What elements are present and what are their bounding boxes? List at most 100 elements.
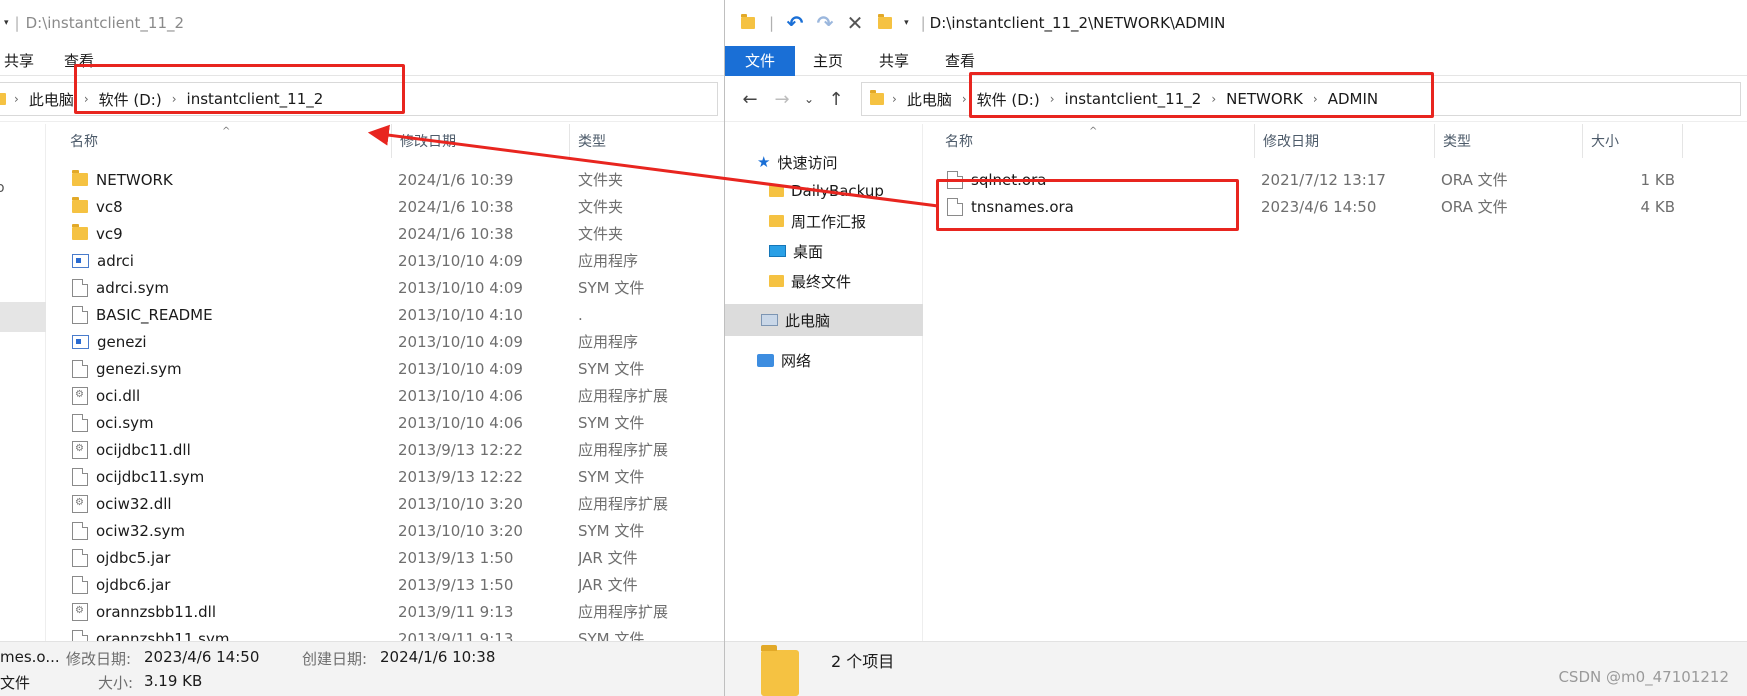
new-folder-icon[interactable]: [878, 14, 893, 29]
table-row[interactable]: ocijdbc11.dll 2013/9/13 12:22 应用程序扩展: [48, 436, 724, 463]
table-row[interactable]: NETWORK 2024/1/6 10:39 文件夹: [48, 166, 724, 193]
nav-item-dailybackup[interactable]: DailyBackup: [725, 177, 923, 205]
right-col-date[interactable]: 修改日期: [1255, 124, 1435, 158]
nav-item-desktop[interactable]: 桌面: [725, 237, 923, 265]
table-row[interactable]: genezi 2013/10/10 4:09 应用程序: [48, 328, 724, 355]
nav-item-network[interactable]: 网络: [725, 346, 923, 374]
cell-date: 2013/10/10 3:20: [398, 521, 523, 540]
right-address-bar[interactable]: › 此电脑 › 软件 (D:) › instantclient_11_2 › N…: [861, 82, 1741, 116]
right-crumb-drive-d[interactable]: 软件 (D:): [971, 89, 1046, 110]
table-row[interactable]: tnsnames.ora 2023/4/6 14:50 ORA 文件 4 KB: [923, 193, 1747, 220]
title-separator: |: [14, 14, 20, 32]
table-row[interactable]: orannzsbb11.dll 2013/9/11 9:13 应用程序扩展: [48, 598, 724, 625]
folder-icon: [72, 224, 88, 240]
cell-name: ociw32.sym: [72, 517, 392, 544]
left-crumb-this-pc[interactable]: 此电脑: [23, 89, 80, 110]
file-name: orannzsbb11.dll: [96, 602, 216, 621]
table-row[interactable]: ociw32.dll 2013/10/10 3:20 应用程序扩展: [48, 490, 724, 517]
table-row[interactable]: vc9 2024/1/6 10:38 文件夹: [48, 220, 724, 247]
left-col-type[interactable]: 类型: [570, 124, 724, 158]
file-name: ociw32.dll: [96, 494, 172, 513]
table-row[interactable]: vc8 2024/1/6 10:38 文件夹: [48, 193, 724, 220]
table-row[interactable]: BASIC_README 2013/10/10 4:10.: [48, 301, 724, 328]
right-tab-file[interactable]: 文件: [725, 45, 796, 76]
nav-item-this-pc[interactable]: 此电脑: [725, 304, 923, 336]
cell-name: ociw32.dll: [72, 490, 392, 517]
nav-item-weekly-report[interactable]: 周工作汇报: [725, 207, 923, 235]
file-icon: [72, 548, 88, 567]
cell-name: vc9: [72, 220, 392, 247]
table-row[interactable]: ocijdbc11.sym 2013/9/13 12:22 SYM 文件: [48, 463, 724, 490]
table-row[interactable]: ojdbc6.jar 2013/9/13 1:50 JAR 文件: [48, 571, 724, 598]
file-name: ojdbc6.jar: [96, 575, 171, 594]
nav-item-label: 快速访问: [777, 153, 838, 172]
nav-item-label: 周工作汇报: [791, 212, 867, 231]
cell-date: 2013/9/13 1:50: [398, 575, 514, 594]
right-column-headers: 名称 ^ 修改日期 类型 大小: [923, 124, 1747, 158]
cell-type: ORA 文件: [1441, 171, 1508, 189]
star-icon: ★: [757, 153, 771, 171]
right-col-type[interactable]: 类型: [1435, 124, 1583, 158]
undo-icon[interactable]: ↶: [784, 11, 806, 35]
cell-type: ORA 文件: [1441, 198, 1508, 216]
left-col-date[interactable]: 修改日期: [392, 124, 570, 158]
cell-date: 2013/10/10 4:06: [398, 413, 523, 432]
recent-locations-chevron-icon[interactable]: ⌄: [803, 84, 815, 114]
delete-icon[interactable]: ✕: [844, 11, 866, 35]
redo-icon[interactable]: ↷: [814, 11, 836, 35]
created-label: 创建日期:: [302, 650, 368, 668]
table-row[interactable]: ojdbc5.jar 2013/9/13 1:50 JAR 文件: [48, 544, 724, 571]
right-crumb-this-pc[interactable]: 此电脑: [901, 89, 958, 110]
folder-icon: [769, 275, 784, 287]
item-count: 2 个项目: [831, 652, 895, 671]
right-col-size[interactable]: 大小: [1583, 124, 1683, 158]
right-crumb-network[interactable]: NETWORK: [1220, 90, 1309, 108]
dll-icon: [72, 494, 88, 513]
left-address-bar[interactable]: › 此电脑 › 软件 (D:) › instantclient_11_2: [0, 82, 718, 116]
left-tab-share[interactable]: 共享: [0, 46, 52, 76]
cell-type: 应用程序: [578, 252, 639, 270]
back-arrow-icon[interactable]: ←: [739, 84, 761, 114]
right-crumb-instantclient[interactable]: instantclient_11_2: [1059, 90, 1208, 108]
file-icon: [72, 413, 88, 432]
file-name: genezi: [97, 332, 147, 351]
cell-date: 2013/10/10 4:10: [398, 305, 523, 324]
left-crumb-instantclient[interactable]: instantclient_11_2: [181, 90, 330, 108]
right-tab-view[interactable]: 查看: [927, 46, 993, 76]
folder-icon: [72, 170, 88, 186]
right-crumb-admin[interactable]: ADMIN: [1322, 90, 1384, 108]
cell-name: adrci: [72, 247, 392, 274]
quick-access-dropdown-icon[interactable]: ▾: [904, 18, 909, 28]
left-tab-view[interactable]: 查看: [52, 46, 112, 76]
table-row[interactable]: oci.sym 2013/10/10 4:06 SYM 文件: [48, 409, 724, 436]
table-row[interactable]: oci.dll 2013/10/10 4:06 应用程序扩展: [48, 382, 724, 409]
modified-label: 修改日期:: [66, 650, 132, 668]
quick-access-toolbar: | ↶ ↷ ✕ ▾ |: [737, 11, 930, 35]
left-nav-selected-item[interactable]: [0, 302, 46, 332]
cell-type: SYM 文件: [578, 279, 645, 297]
nav-item-quick-access[interactable]: ★ 快速访问: [725, 148, 923, 176]
table-row[interactable]: genezi.sym 2013/10/10 4:09 SYM 文件: [48, 355, 724, 382]
right-title-bar: | ↶ ↷ ✕ ▾ | D:\instantclient_11_2\NETWOR…: [725, 0, 1747, 46]
cell-size: 4 KB: [1640, 197, 1675, 216]
cell-date: 2023/4/6 14:50: [1261, 197, 1377, 216]
quick-access-dropdown-icon[interactable]: ▾: [4, 18, 9, 28]
left-crumb-drive-d[interactable]: 软件 (D:): [93, 89, 168, 110]
nav-item-label: 桌面: [793, 242, 824, 261]
cell-type: 文件夹: [578, 225, 624, 243]
up-arrow-icon[interactable]: ↑: [825, 84, 847, 114]
right-tab-home[interactable]: 主页: [795, 46, 861, 76]
right-tab-share[interactable]: 共享: [861, 46, 927, 76]
selected-file-type: 文件: [0, 674, 31, 692]
title-separator: |: [920, 14, 926, 32]
table-row[interactable]: adrci.sym 2013/10/10 4:09 SYM 文件: [48, 274, 724, 301]
nav-item-final-files[interactable]: 最终文件: [725, 267, 923, 295]
table-row[interactable]: sqlnet.ora 2021/7/12 13:17 ORA 文件 1 KB: [923, 166, 1747, 193]
table-row[interactable]: ociw32.sym 2013/10/10 3:20 SYM 文件: [48, 517, 724, 544]
cell-date: 2013/10/10 4:06: [398, 386, 523, 405]
forward-arrow-icon[interactable]: →: [771, 84, 793, 114]
cell-name: vc8: [72, 193, 392, 220]
selected-file-name: mes.o...: [0, 648, 60, 666]
table-row[interactable]: adrci 2013/10/10 4:09 应用程序: [48, 247, 724, 274]
size-value: 3.19 KB: [144, 672, 203, 690]
